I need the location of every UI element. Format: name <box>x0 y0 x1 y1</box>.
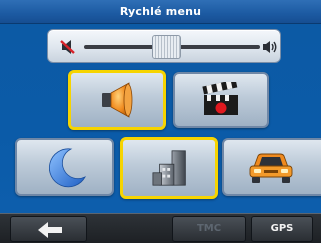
window-title: Rychlé menu <box>119 5 202 18</box>
tmc-button[interactable]: TMC <box>172 216 246 242</box>
speaker-loud-icon[interactable] <box>262 39 278 55</box>
car-icon <box>249 153 293 183</box>
tmc-label: TMC <box>196 223 222 234</box>
gps-label: GPS <box>270 223 294 234</box>
quick-menu-screen: Rychlé menu TMC GPS <box>0 0 321 243</box>
speaker-muted-icon[interactable] <box>60 39 78 55</box>
poi-tile[interactable] <box>120 137 218 199</box>
bottom-bar: TMC GPS <box>0 213 321 243</box>
buildings-icon <box>152 150 186 186</box>
gps-button[interactable]: GPS <box>251 216 313 242</box>
volume-control <box>47 29 281 63</box>
volume-slider-thumb[interactable] <box>152 35 181 59</box>
back-button[interactable] <box>10 216 87 242</box>
night-mode-tile[interactable] <box>15 138 114 196</box>
arrow-left-icon <box>38 222 62 238</box>
moon-icon <box>48 148 86 188</box>
sound-settings-tile[interactable] <box>68 70 166 130</box>
speaker-icon <box>102 82 133 118</box>
clapperboard-icon <box>202 82 238 115</box>
video-tile[interactable] <box>173 72 269 128</box>
title-bar: Rychlé menu <box>0 0 321 24</box>
vehicle-tile[interactable] <box>222 138 321 196</box>
